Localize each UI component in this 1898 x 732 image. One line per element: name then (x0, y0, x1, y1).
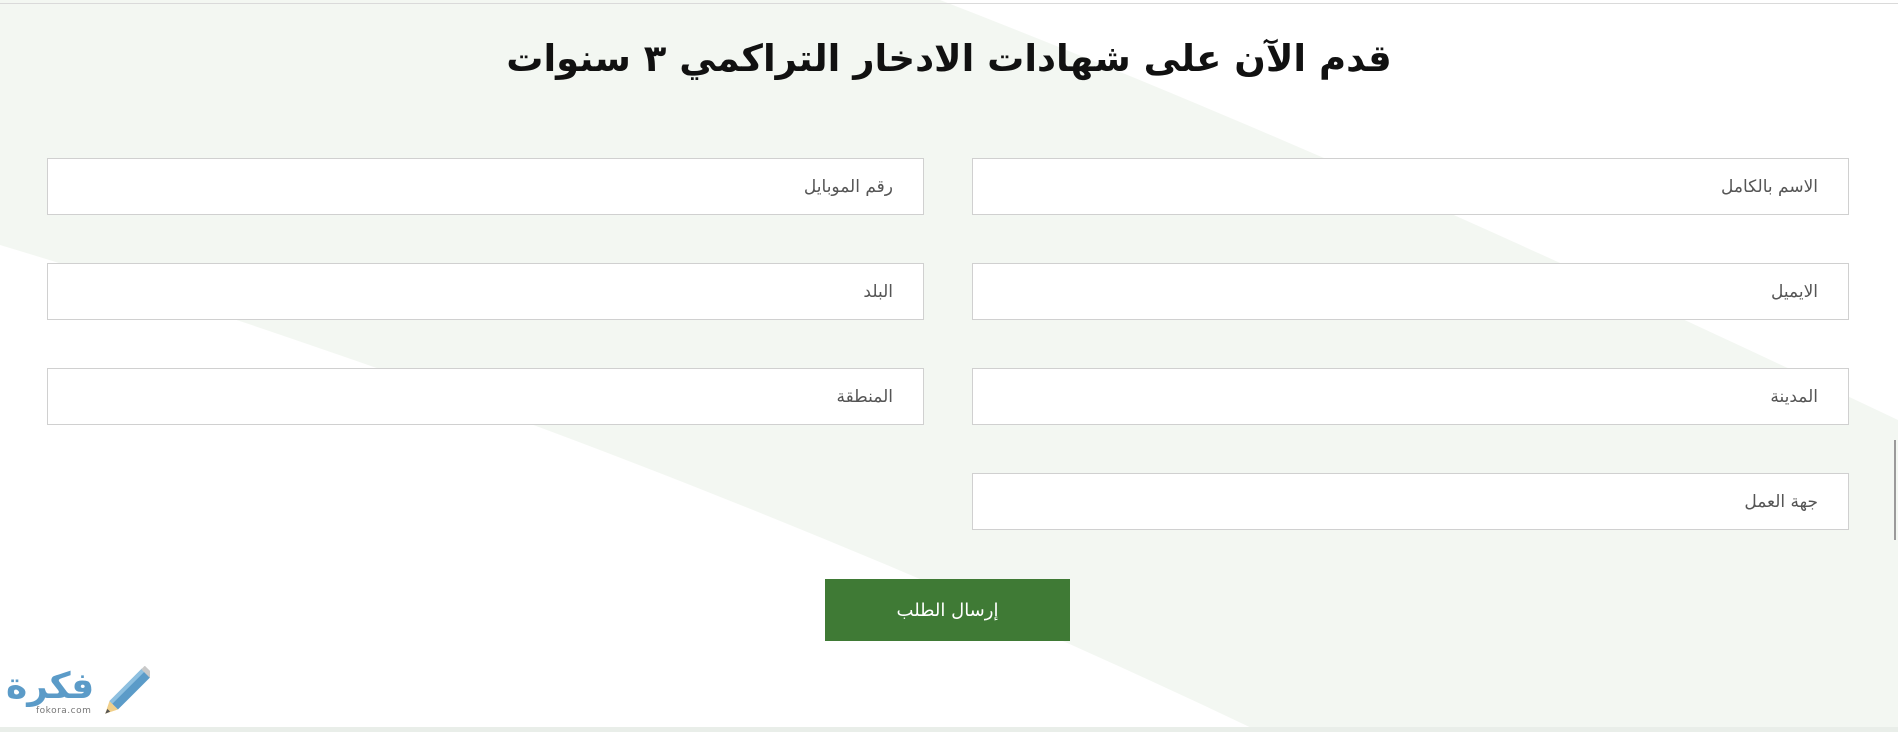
scrollbar-thumb[interactable] (1894, 440, 1896, 540)
mobile-input[interactable] (47, 158, 924, 215)
form-title: قدم الآن على شهادات الادخار التراكمي ٣ س… (506, 37, 1392, 80)
application-form-page: قدم الآن على شهادات الادخار التراكمي ٣ س… (0, 0, 1898, 732)
submit-button[interactable]: إرسال الطلب (825, 579, 1070, 641)
employer-input[interactable] (972, 473, 1849, 530)
region-input[interactable] (47, 368, 924, 425)
city-input[interactable] (972, 368, 1849, 425)
full-name-input[interactable] (972, 158, 1849, 215)
watermark-logo: فكرة fokora.com (6, 664, 150, 724)
country-input[interactable] (47, 263, 924, 320)
top-divider (0, 3, 1898, 4)
logo-text: فكرة (6, 666, 95, 707)
logo-url: fokora.com (36, 706, 92, 716)
pencil-icon (105, 666, 150, 714)
email-input[interactable] (972, 263, 1849, 320)
bottom-divider (0, 727, 1898, 732)
